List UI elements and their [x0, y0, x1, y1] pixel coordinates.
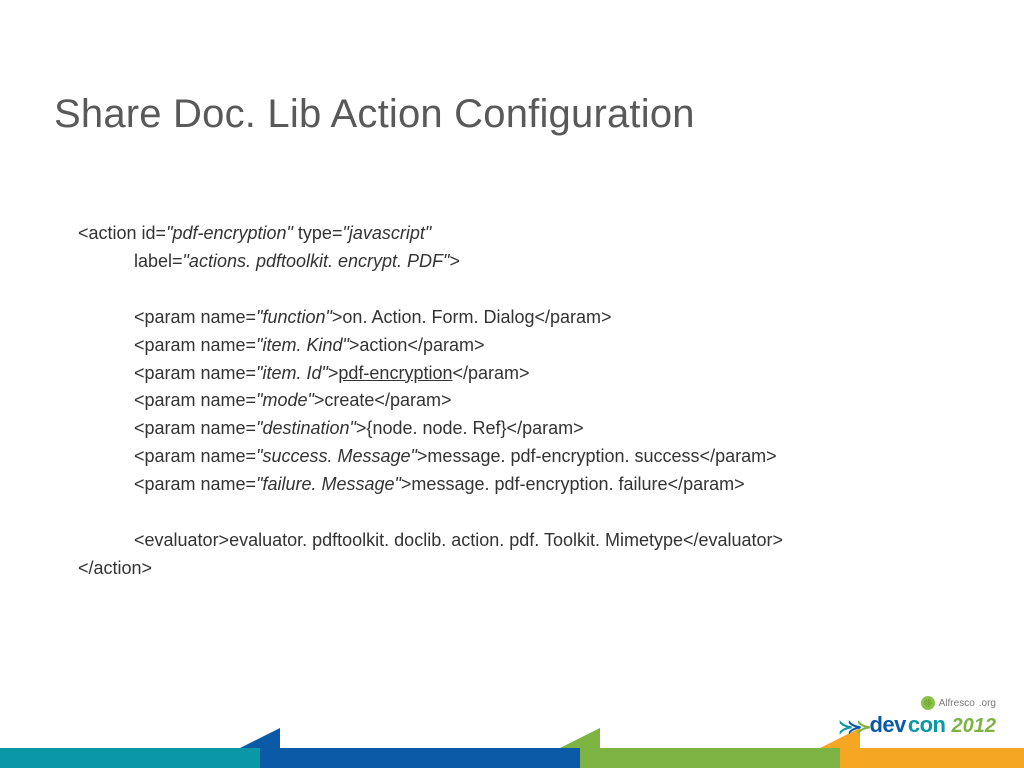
- brand-text: Alfresco: [939, 698, 975, 709]
- footer-chevron: [240, 728, 280, 748]
- attr-value: "destination": [256, 418, 356, 438]
- brand-suffix: .org: [979, 698, 996, 709]
- text: <param name=: [134, 390, 256, 410]
- code-line: <param name="mode">create</param>: [78, 387, 958, 415]
- code-line: <param name="success. Message">message. …: [78, 443, 958, 471]
- logo-year: 2012: [952, 715, 997, 738]
- param-value: pdf-encryption: [338, 363, 452, 383]
- code-line: <param name="function">on. Action. Form.…: [78, 304, 958, 332]
- attr-value: "javascript": [342, 223, 431, 243]
- code-line: <param name="item. Id">pdf-encryption</p…: [78, 360, 958, 388]
- devcon-logo: ≻≻≻ devcon 2012: [838, 712, 996, 738]
- footer-band-teal: [0, 748, 260, 768]
- code-line: label="actions. pdftoolkit. encrypt. PDF…: [78, 248, 958, 276]
- code-line: </action>: [78, 555, 958, 583]
- text: <param name=: [134, 474, 256, 494]
- text: >action</param>: [349, 335, 485, 355]
- code-line: <param name="failure. Message">message. …: [78, 471, 958, 499]
- code-line: <action id="pdf-encryption" type="javasc…: [78, 220, 958, 248]
- text: </param>: [452, 363, 529, 383]
- event-logo: Alfresco .org ≻≻≻ devcon 2012: [838, 696, 996, 738]
- attr-value: "function": [256, 307, 332, 327]
- text: >create</param>: [314, 390, 452, 410]
- slide: Share Doc. Lib Action Configuration <act…: [0, 0, 1024, 768]
- text: label=: [134, 251, 183, 271]
- footer-chevron: [560, 728, 600, 748]
- alfresco-icon: [921, 696, 935, 710]
- text: >{node. node. Ref}</param>: [356, 418, 584, 438]
- text: >message. pdf-encryption. failure</param…: [401, 474, 745, 494]
- code-block: <action id="pdf-encryption" type="javasc…: [78, 220, 958, 583]
- logo-text-con: con: [908, 712, 946, 738]
- text: <param name=: [134, 446, 256, 466]
- attr-value: "failure. Message": [256, 474, 401, 494]
- text: >: [328, 363, 339, 383]
- attr-value: "item. Kind": [256, 335, 349, 355]
- attr-value: "success. Message": [256, 446, 417, 466]
- text: <param name=: [134, 418, 256, 438]
- text: >on. Action. Form. Dialog</param>: [332, 307, 612, 327]
- text: >message. pdf-encryption. success</param…: [417, 446, 777, 466]
- footer-band-blue: [260, 748, 580, 768]
- text: >: [449, 251, 460, 271]
- logo-text-dev: dev: [869, 712, 905, 738]
- code-line: <evaluator>evaluator. pdftoolkit. doclib…: [78, 527, 958, 555]
- text: <param name=: [134, 363, 256, 383]
- footer-band-orange: [840, 748, 1024, 768]
- text: type=: [293, 223, 343, 243]
- chevrons-icon: ≻≻≻: [838, 717, 865, 738]
- alfresco-brand: Alfresco .org: [838, 696, 996, 710]
- footer-band-green: [580, 748, 840, 768]
- text: <param name=: [134, 335, 256, 355]
- attr-value: "mode": [256, 390, 314, 410]
- attr-value: "item. Id": [256, 363, 328, 383]
- attr-value: "pdf-encryption": [166, 223, 293, 243]
- attr-value: "actions. pdftoolkit. encrypt. PDF": [183, 251, 450, 271]
- code-line: <param name="destination">{node. node. R…: [78, 415, 958, 443]
- code-line: <param name="item. Kind">action</param>: [78, 332, 958, 360]
- text: <action id=: [78, 223, 166, 243]
- footer: Alfresco.org ≻≻≻ devcon 2012: [0, 720, 1024, 768]
- slide-title: Share Doc. Lib Action Configuration: [54, 92, 695, 137]
- text: <param name=: [134, 307, 256, 327]
